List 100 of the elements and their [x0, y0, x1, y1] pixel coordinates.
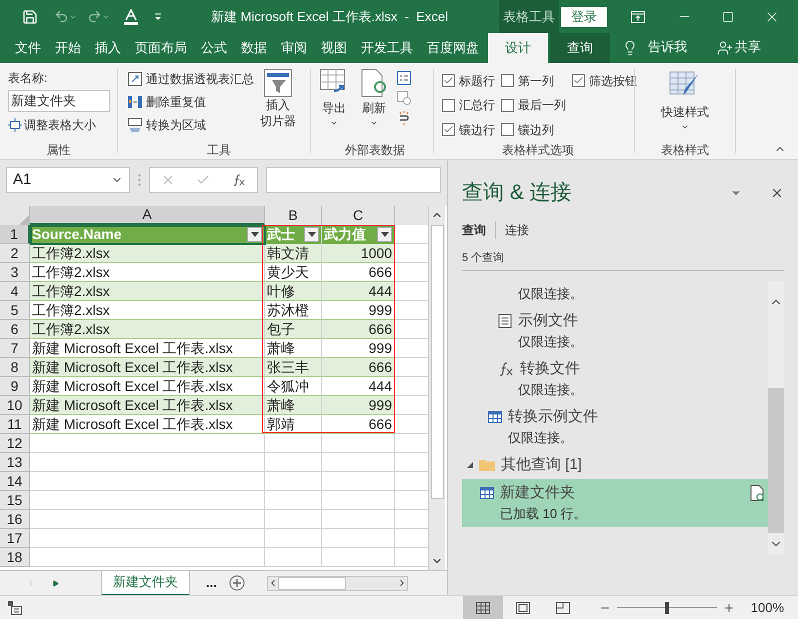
row-header[interactable]: 7 [0, 339, 30, 358]
ribbon-tab[interactable]: 文件 [8, 33, 48, 63]
add-sheet-icon[interactable] [228, 575, 245, 591]
unlink-icon[interactable] [397, 111, 411, 125]
expand-triangle-icon[interactable] [467, 462, 473, 468]
ribbon-tab[interactable]: 开始 [48, 33, 88, 63]
vertical-scrollbar[interactable] [428, 206, 445, 570]
checkbox[interactable] [501, 74, 514, 87]
next-sheet-icon[interactable] [52, 580, 59, 586]
properties-icon[interactable] [397, 71, 411, 85]
row-header[interactable]: 16 [0, 510, 30, 529]
customize-toolbar-icon[interactable] [154, 12, 162, 20]
zoom-slider[interactable] [616, 600, 717, 614]
macro-record-icon[interactable] [8, 600, 22, 614]
table-cell-text: 苏沐橙 [267, 300, 309, 320]
row-header[interactable]: 1 [0, 225, 30, 244]
ribbon-display-icon[interactable] [631, 10, 645, 22]
font-color-icon[interactable] [124, 8, 138, 24]
ribbon-tab[interactable]: 页面布局 [128, 33, 194, 63]
save-icon[interactable] [22, 8, 38, 24]
sign-in-button[interactable]: 登录 [561, 6, 607, 26]
ribbon-tab[interactable]: 数据 [234, 33, 274, 63]
row-header[interactable]: 14 [0, 472, 30, 491]
row-header[interactable]: 3 [0, 263, 30, 282]
ribbon-tab[interactable]: 设计 [488, 33, 548, 63]
style-option-checkbox[interactable]: 汇总行 [442, 96, 495, 115]
filter-dropdown-button[interactable] [247, 227, 262, 242]
style-option-checkbox[interactable]: 镶边行 [442, 120, 495, 140]
pane-scrollbar[interactable] [768, 281, 784, 555]
row-header[interactable]: 12 [0, 434, 30, 453]
row-header[interactable]: 17 [0, 529, 30, 548]
folder-icon [479, 459, 495, 471]
checkbox[interactable] [501, 98, 514, 112]
checkbox[interactable] [501, 123, 514, 136]
query-name: 转换文件 [520, 358, 580, 379]
ribbon-tab[interactable]: 插入 [88, 33, 128, 63]
name-box[interactable]: A1 [6, 167, 130, 193]
ribbon-tab[interactable]: 百度网盘 [420, 33, 486, 63]
normal-view-button[interactable] [462, 596, 503, 619]
row-header[interactable]: 8 [0, 358, 30, 377]
checkbox-label: 汇总行 [459, 97, 495, 114]
quick-styles-button[interactable]: 快速样式 [661, 69, 709, 141]
more-sheets-button[interactable]: ... [206, 573, 217, 593]
table-name-field[interactable]: 新建文件夹 [8, 90, 110, 112]
sheet-tab[interactable]: 新建文件夹 [101, 570, 190, 596]
ribbon-tab[interactable]: 查询 [550, 33, 610, 63]
row-header[interactable]: 15 [0, 491, 30, 510]
row-header[interactable]: 18 [0, 548, 30, 567]
insert-function-icon[interactable] [232, 174, 246, 186]
ribbon-dropdown-button[interactable]: 刷新 [357, 69, 391, 141]
resize-table-button[interactable]: 调整表格大小 [8, 115, 109, 135]
horizontal-scrollbar[interactable] [266, 576, 408, 590]
pane-tab[interactable]: 连接 [505, 221, 529, 239]
close-icon[interactable] [770, 186, 784, 200]
zoom-percentage[interactable]: 100% [750, 598, 784, 618]
row-header[interactable]: 2 [0, 244, 30, 263]
ribbon-tab[interactable]: 公式 [194, 33, 234, 63]
maximize-icon[interactable] [722, 10, 734, 22]
ribbon-tab[interactable]: 审阅 [274, 33, 314, 63]
ribbon-command[interactable]: 通过数据透视表汇总 [128, 69, 254, 89]
style-option-checkbox[interactable]: 最后一列 [501, 96, 566, 115]
filter-dropdown-button[interactable] [377, 227, 392, 242]
query-item[interactable]: 示例文件 仅限连接。 [462, 307, 768, 355]
query-item[interactable]: 转换示例文件 仅限连接。 [462, 403, 768, 451]
checkbox[interactable] [572, 74, 585, 87]
column-header[interactable]: A [30, 206, 265, 225]
share-person-icon[interactable] [717, 40, 733, 56]
ribbon-tab[interactable]: 视图 [314, 33, 354, 63]
column-header[interactable]: B [265, 206, 322, 225]
style-option-checkbox[interactable]: 镶边列 [501, 120, 566, 140]
ribbon-command[interactable]: 转换为区域 [128, 115, 254, 135]
ribbon-command[interactable]: 删除重复值 [128, 92, 254, 112]
query-group-label[interactable]: 其他查询 [1] [501, 454, 582, 476]
query-item[interactable]: 仅限连接。 [462, 281, 768, 307]
ribbon-dropdown-button[interactable]: 导出 [317, 69, 351, 141]
query-item[interactable]: 转换文件 仅限连接。 [462, 355, 768, 403]
row-header[interactable]: 10 [0, 396, 30, 415]
insert-slicer-button[interactable]: 插入 切片器 [260, 69, 296, 141]
style-option-checkbox[interactable]: 标题行 [442, 71, 495, 90]
tell-me-link[interactable]: 告诉我 [648, 36, 687, 56]
share-button[interactable]: 共享 [735, 36, 761, 56]
formula-input[interactable] [266, 167, 441, 193]
checkbox[interactable] [442, 74, 455, 87]
row-header[interactable]: 4 [0, 282, 30, 301]
row-header[interactable]: 13 [0, 453, 30, 472]
pane-tab[interactable]: 查询 [462, 221, 486, 239]
row-header[interactable]: 9 [0, 377, 30, 396]
selected-query-item[interactable]: 新建文件夹 已加载 10 行。 [462, 479, 768, 527]
table-cell-text: 666 [368, 358, 392, 376]
ribbon-tab[interactable]: 开发工具 [354, 33, 420, 63]
checkbox[interactable] [442, 98, 455, 112]
zoom-in-icon[interactable] [722, 602, 735, 614]
row-header[interactable]: 6 [0, 320, 30, 339]
row-header[interactable]: 5 [0, 301, 30, 320]
row-header[interactable]: 11 [0, 415, 30, 434]
style-option-checkbox[interactable]: 第一列 [501, 71, 566, 90]
checkbox[interactable] [442, 123, 455, 136]
filter-dropdown-button[interactable] [304, 227, 319, 242]
column-header[interactable]: C [322, 206, 395, 225]
query-status: 仅限连接。 [517, 333, 584, 351]
